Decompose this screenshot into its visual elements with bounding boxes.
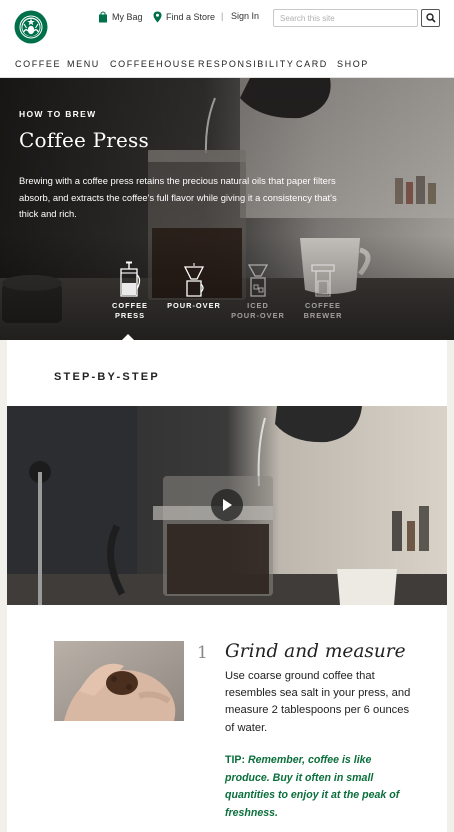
tip-label: TIP: bbox=[225, 754, 246, 766]
step-title: Grind and measure bbox=[225, 641, 406, 662]
find-store-link[interactable]: Find a Store bbox=[153, 11, 215, 23]
tab-iced-pour-over[interactable]: ICED POUR-OVER bbox=[228, 259, 288, 321]
iced-pour-over-icon bbox=[247, 264, 269, 297]
coffee-press-icon bbox=[120, 261, 141, 297]
nav-menu[interactable]: MENU bbox=[67, 59, 100, 69]
step-description: Use coarse ground coffee that resembles … bbox=[225, 670, 411, 734]
main-nav: COFFEE MENU COFFEEHOUSE RESPONSIBILITY C… bbox=[0, 52, 454, 78]
play-icon bbox=[223, 499, 232, 511]
nav-coffeehouse[interactable]: COFFEEHOUSE bbox=[110, 59, 196, 69]
nav-coffee[interactable]: COFFEE bbox=[15, 59, 61, 69]
content-panel: STEP-BY-STEP 1 Grind and measure Use coa… bbox=[7, 340, 447, 832]
tab-pour-over-label-1: POUR-OVER bbox=[167, 301, 221, 310]
tab-coffee-brewer-label-2: BREWER bbox=[303, 311, 343, 320]
tab-pour-over[interactable]: POUR-OVER bbox=[164, 259, 224, 311]
hero-description: Brewing with a coffee press retains the … bbox=[19, 175, 337, 219]
play-button[interactable] bbox=[211, 489, 243, 521]
nav-shop[interactable]: SHOP bbox=[337, 59, 369, 69]
sign-in-label: Sign In bbox=[231, 11, 260, 21]
step-number: 1 bbox=[197, 643, 208, 663]
tab-coffee-brewer-label-1: COFFEE bbox=[305, 301, 341, 310]
tab-iced-pour-over-label-1: ICED bbox=[247, 301, 269, 310]
step-tip: TIP: Remember, coffee is like produce. B… bbox=[225, 752, 415, 822]
search-icon bbox=[425, 13, 436, 23]
map-pin-icon bbox=[153, 11, 162, 23]
search-input[interactable] bbox=[273, 9, 418, 27]
header-separator: | bbox=[221, 11, 224, 21]
video-player[interactable] bbox=[7, 406, 447, 605]
coffee-brewer-icon bbox=[311, 264, 335, 297]
sign-in-link[interactable]: Sign In bbox=[231, 11, 259, 21]
nav-card[interactable]: CARD bbox=[296, 59, 328, 69]
hero-kicker: HOW TO BREW bbox=[19, 109, 97, 119]
nav-responsibility[interactable]: RESPONSIBILITY bbox=[198, 59, 294, 69]
hero-banner: HOW TO BREW Coffee Press Brewing with a … bbox=[0, 78, 454, 340]
starbucks-logo[interactable] bbox=[14, 10, 48, 44]
my-bag-label: My Bag bbox=[112, 12, 143, 22]
page-title: Coffee Press bbox=[19, 128, 149, 152]
tip-text: Remember, coffee is like produce. Buy it… bbox=[225, 754, 400, 819]
top-bar: My Bag Find a Store | Sign In bbox=[0, 0, 454, 52]
tab-coffee-press-label-1: COFFEE bbox=[112, 301, 148, 310]
find-store-label: Find a Store bbox=[166, 12, 216, 22]
search-button[interactable] bbox=[421, 9, 440, 27]
pour-over-icon bbox=[183, 263, 205, 297]
tab-coffee-brewer[interactable]: COFFEE BREWER bbox=[293, 259, 353, 321]
section-heading: STEP-BY-STEP bbox=[54, 371, 160, 383]
tab-iced-pour-over-label-2: POUR-OVER bbox=[231, 311, 285, 320]
tab-coffee-press-label-2: PRESS bbox=[114, 311, 146, 320]
step-image-grind bbox=[54, 641, 184, 721]
tab-coffee-press[interactable]: COFFEE PRESS bbox=[100, 259, 160, 321]
my-bag-link[interactable]: My Bag bbox=[98, 11, 143, 23]
shopping-bag-icon bbox=[99, 11, 107, 23]
